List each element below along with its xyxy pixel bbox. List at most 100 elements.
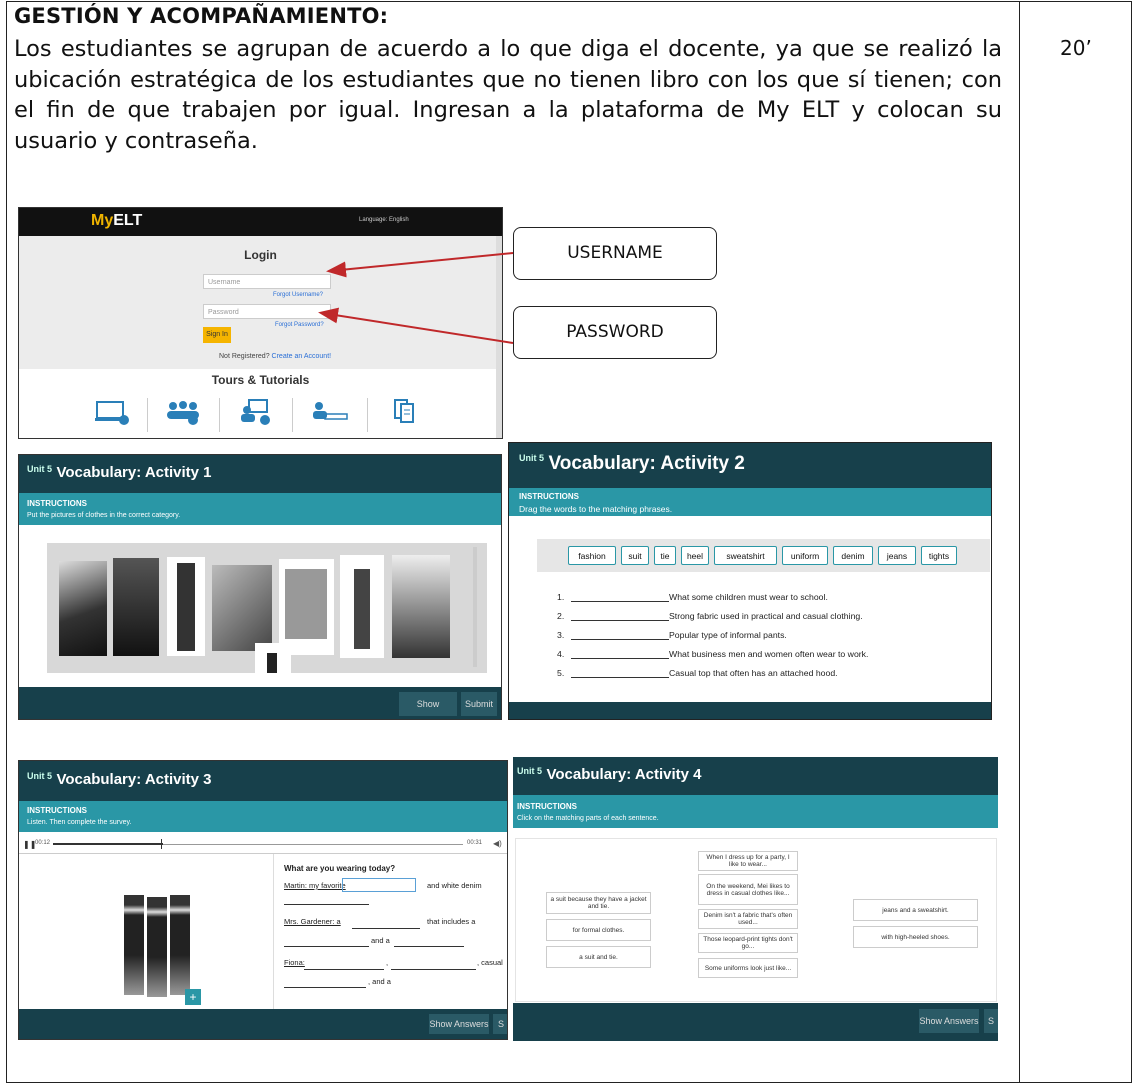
drop-blank[interactable] <box>571 630 669 640</box>
person-picture[interactable] <box>340 555 384 658</box>
picture-gallery <box>47 543 487 673</box>
middle-card[interactable]: When I dress up for a party, I like to w… <box>698 851 798 871</box>
word-tile[interactable]: uniform <box>782 546 828 565</box>
middle-card[interactable]: On the weekend, Mei likes to dress in ca… <box>698 874 798 905</box>
activity4-header: Unit 5 Vocabulary: Activity 4 <box>513 757 998 795</box>
answer-blank[interactable] <box>284 945 369 947</box>
jacket-picture[interactable] <box>279 559 334 655</box>
instructions-bar: INSTRUCTIONS Listen. Then complete the s… <box>19 801 507 832</box>
instructions-label[interactable]: INSTRUCTIONS <box>519 492 579 501</box>
word-tile[interactable]: tights <box>921 546 957 565</box>
activity3-footer: Show Answers S <box>19 1009 507 1039</box>
middle-card[interactable]: Denim isn't a fabric that's often used..… <box>698 909 798 929</box>
instructions-text: Drag the words to the matching phrases. <box>519 504 673 514</box>
middle-card[interactable]: Those leopard-print tights don't go... <box>698 933 798 953</box>
answer-blank[interactable] <box>352 927 420 929</box>
survey-gardener: Mrs. Gardener: a <box>284 917 341 926</box>
list-item: 5. <box>557 668 565 678</box>
high-heels-picture[interactable] <box>392 555 450 658</box>
tie-picture[interactable] <box>59 561 107 656</box>
instructions-bar: INSTRUCTIONS Click on the matching parts… <box>513 795 998 828</box>
time-total: 00:31 <box>467 840 483 846</box>
submit-button[interactable]: Submit <box>461 692 497 716</box>
word-tile[interactable]: tie <box>654 546 676 565</box>
middle-card[interactable]: Some uniforms look just like... <box>698 958 798 978</box>
word-tile[interactable]: jeans <box>878 546 916 565</box>
word-tile[interactable]: suit <box>621 546 649 565</box>
survey-martin: Martin: my favorite <box>284 881 346 890</box>
instructions-label[interactable]: INSTRUCTIONS <box>517 802 577 811</box>
word-tile[interactable]: heel <box>681 546 709 565</box>
unit-label: Unit 5 <box>517 766 543 776</box>
activity4-footer: Show Answers S <box>513 1003 998 1041</box>
heels-picture[interactable] <box>212 565 272 651</box>
activity1-footer: Show Answers Submit <box>19 687 501 719</box>
survey-martin-end: and white denim <box>427 881 482 890</box>
suit-picture[interactable] <box>113 558 159 656</box>
word-bank: fashion suit tie heel sweatshirt uniform… <box>537 539 990 572</box>
survey-and-a2: , and a <box>368 977 391 986</box>
instructions-label[interactable]: INSTRUCTIONS <box>27 806 87 815</box>
activity2-header: Unit 5 Vocabulary: Activity 2 <box>509 443 991 488</box>
submit-button[interactable]: S <box>984 1009 998 1033</box>
left-card[interactable]: for formal clothes. <box>546 919 651 941</box>
instructions-text: Click on the matching parts of each sent… <box>517 815 659 822</box>
right-card[interactable]: jeans and a sweatshirt. <box>853 899 978 921</box>
audio-progress <box>53 843 163 845</box>
answer-blank[interactable] <box>284 986 366 988</box>
students-picture: + <box>119 885 201 1005</box>
phrase: What business men and women often wear t… <box>669 649 869 659</box>
survey-comma: , <box>386 958 389 967</box>
list-item: 4. <box>557 649 565 659</box>
survey-and-a: and a <box>371 936 390 945</box>
drop-blank[interactable] <box>571 649 669 659</box>
audio-scrubber[interactable] <box>161 839 162 849</box>
show-answers-button[interactable]: Show Answers <box>399 692 457 716</box>
drop-blank[interactable] <box>571 592 669 602</box>
instructions-bar: INSTRUCTIONS Put the pictures of clothes… <box>19 493 501 525</box>
volume-icon[interactable]: ◀) <box>493 839 502 848</box>
answer-blank[interactable] <box>394 945 464 947</box>
word-tile[interactable]: sweatshirt <box>714 546 777 565</box>
instructions-text: Put the pictures of clothes in the corre… <box>27 512 181 519</box>
instructions-label[interactable]: INSTRUCTIONS <box>27 499 87 508</box>
activity1-screenshot: Unit 5 Vocabulary: Activity 1 INSTRUCTIO… <box>18 454 502 720</box>
drop-blank[interactable] <box>571 611 669 621</box>
activity2-footer <box>509 702 991 719</box>
activity-title: Vocabulary: Activity 1 <box>56 464 212 481</box>
show-answers-button[interactable]: Show Answers <box>919 1009 979 1033</box>
right-card[interactable]: with high-heeled shoes. <box>853 926 978 948</box>
survey-gardener-end: that includes a <box>427 917 476 926</box>
unit-label: Unit 5 <box>27 771 53 781</box>
left-card[interactable]: a suit and tie. <box>546 946 651 968</box>
answer-blank[interactable] <box>284 903 369 905</box>
show-answers-button[interactable]: Show Answers <box>429 1014 489 1034</box>
time-elapsed: 00:12 <box>35 840 51 846</box>
phrase: Casual top that often has an attached ho… <box>669 668 838 678</box>
left-card[interactable]: a suit because they have a jacket and ti… <box>546 892 651 914</box>
phrase: What some children must wear to school. <box>669 592 828 602</box>
gallery-scrollbar[interactable] <box>473 547 477 667</box>
submit-button[interactable]: S <box>493 1014 507 1034</box>
unit-label: Unit 5 <box>519 453 545 463</box>
instructions-bar: INSTRUCTIONS Drag the words to the match… <box>509 488 991 516</box>
survey-fiona: Fiona: <box>284 958 305 967</box>
divider <box>19 853 507 854</box>
survey-question: What are you wearing today? <box>284 864 396 873</box>
instructions-text: Listen. Then complete the survey. <box>27 819 132 826</box>
activity1-header: Unit 5 Vocabulary: Activity 1 <box>19 455 501 493</box>
password-arrow <box>318 307 514 344</box>
expand-icon[interactable]: + <box>185 989 201 1005</box>
phrase: Strong fabric used in practical and casu… <box>669 611 863 621</box>
activity2-screenshot: Unit 5 Vocabulary: Activity 2 INSTRUCTIO… <box>508 442 992 720</box>
word-tile[interactable]: fashion <box>568 546 616 565</box>
jeans-picture[interactable] <box>167 557 205 656</box>
word-tile[interactable]: denim <box>833 546 873 565</box>
answer-input[interactable] <box>342 878 416 892</box>
drop-blank[interactable] <box>571 668 669 678</box>
phrase: Popular type of informal pants. <box>669 630 787 640</box>
uniform-picture[interactable] <box>255 643 291 673</box>
activity-title: Vocabulary: Activity 4 <box>546 766 702 783</box>
answer-blank[interactable] <box>304 968 384 970</box>
answer-blank[interactable] <box>391 968 476 970</box>
